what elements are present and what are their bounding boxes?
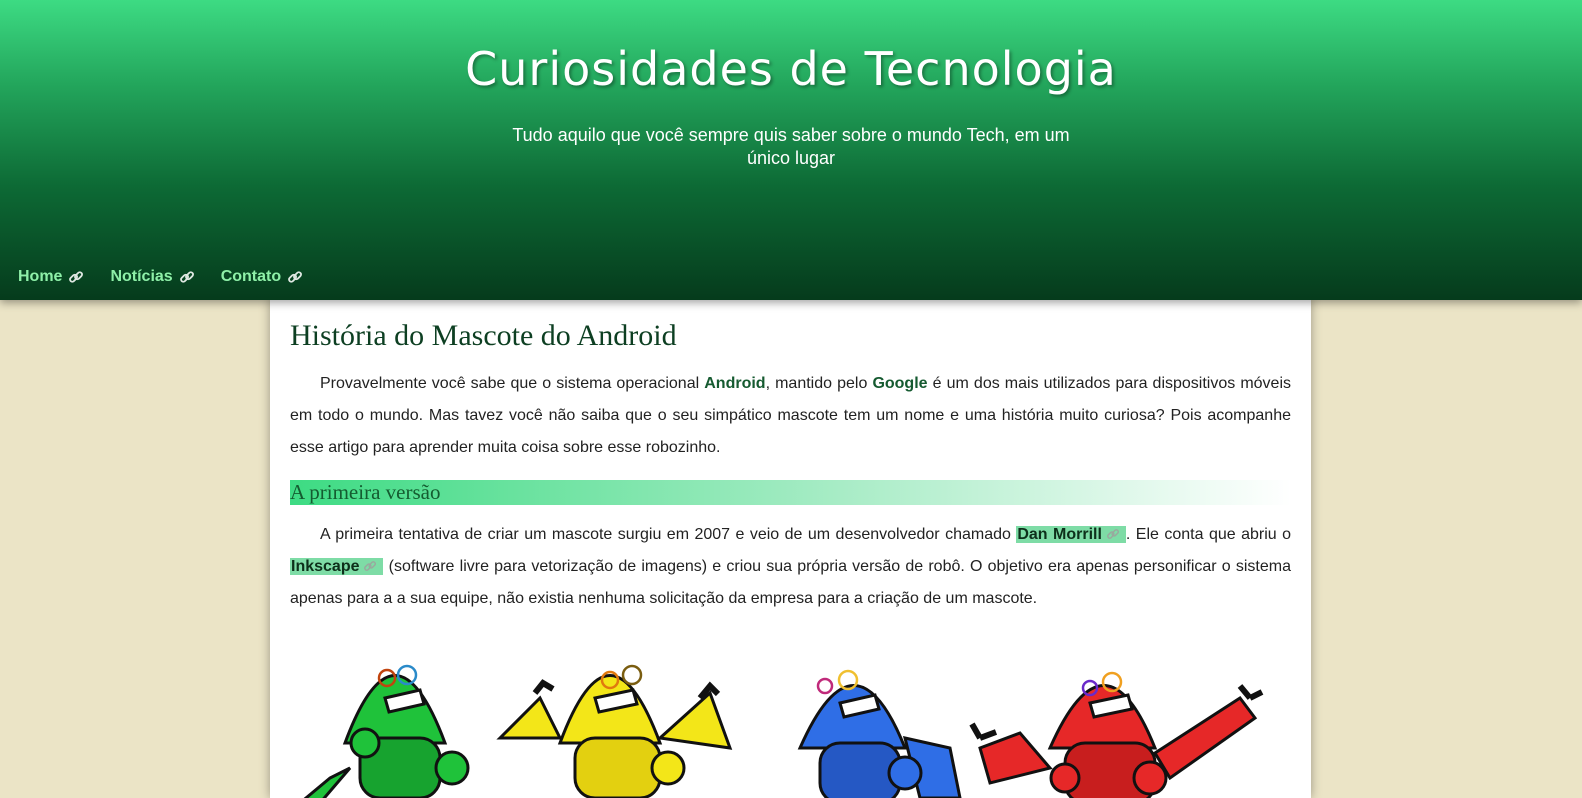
article-title: História do Mascote do Android xyxy=(290,319,677,352)
article-content: História do Mascote do Android Provavelm… xyxy=(270,298,1311,798)
link-icon xyxy=(364,561,377,571)
section-paragraph: A primeira tentativa de criar um mascote… xyxy=(290,519,1291,615)
android-term: Android xyxy=(704,375,766,392)
nav-item-contato[interactable]: Contato xyxy=(221,268,303,286)
google-term: Google xyxy=(872,375,928,392)
site-title: Curiosidades de Tecnologia xyxy=(465,42,1117,96)
nav-item-home[interactable]: Home xyxy=(18,268,84,286)
robots-illustration xyxy=(303,664,1264,798)
nav-item-label: Contato xyxy=(220,268,282,285)
link-icon xyxy=(288,271,303,283)
site-header: Curiosidades de Tecnologia Tudo aquilo q… xyxy=(0,0,1582,300)
intro-paragraph: Provavelmente você sabe que o sistema op… xyxy=(290,368,1291,464)
nav-item-label: Notícias xyxy=(110,268,173,285)
nav-item-noticias[interactable]: Notícias xyxy=(110,268,194,286)
text-segment: . Ele conta que abriu o xyxy=(1125,526,1292,543)
main-nav: Home Notícias Contato xyxy=(18,268,303,286)
inkscape-link[interactable]: Inkscape xyxy=(290,558,384,575)
link-icon xyxy=(1106,529,1119,539)
link-icon xyxy=(179,271,194,283)
robot-blue-icon xyxy=(797,669,962,798)
text-segment: , mantido pelo xyxy=(765,375,873,392)
link-label: Dan Morrill xyxy=(1017,526,1102,543)
robot-yellow-icon xyxy=(496,664,733,798)
link-label: Inkscape xyxy=(291,558,360,575)
dan-morrill-link[interactable]: Dan Morrill xyxy=(1016,526,1126,543)
text-segment: A primeira tentativa de criar um mascote… xyxy=(320,526,1017,543)
link-icon xyxy=(69,271,84,283)
text-segment: Provavelmente você sabe que o sistema op… xyxy=(320,375,705,392)
site-subtitle: Tudo aquilo que você sempre quis saber s… xyxy=(512,125,1070,168)
nav-item-label: Home xyxy=(18,268,63,285)
robot-green-icon xyxy=(303,664,470,798)
robot-red-icon xyxy=(969,671,1264,798)
text-segment: (software livre para vetorização de imag… xyxy=(290,558,1291,607)
section-heading: A primeira versão xyxy=(290,480,1291,505)
